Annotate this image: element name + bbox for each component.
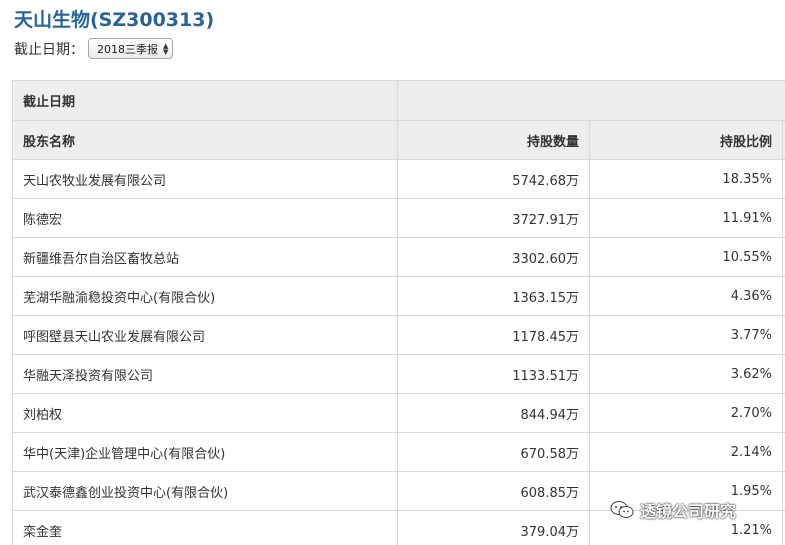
date-label: 截止日期： xyxy=(14,41,84,58)
wechat-icon xyxy=(610,501,634,518)
share-count: 5742.68万 xyxy=(397,159,590,199)
share-ratio: 3.77% xyxy=(589,315,783,355)
column-header-name: 股东名称 xyxy=(12,120,398,160)
shareholder-name: 天山农牧业发展有限公司 xyxy=(12,159,398,199)
share-ratio: 10.55% xyxy=(589,237,783,277)
share-count: 608.85万 xyxy=(397,471,590,511)
watermark: 透镜公司研究 xyxy=(610,498,736,522)
shareholder-name: 芜湖华融渝稳投资中心(有限合伙) xyxy=(12,276,398,316)
share-count: 3302.60万 xyxy=(397,237,590,277)
date-filter: 截止日期： 2018三季报 ▲ ▼ xyxy=(14,38,174,59)
column-header-shares: 持股数量 xyxy=(397,120,590,160)
table-row: 陈德宏 3727.91万 11.91% xyxy=(12,198,785,238)
share-ratio: 18.35% xyxy=(589,159,783,199)
shareholder-name: 栾金奎 xyxy=(12,510,398,545)
table-row: 天山农牧业发展有限公司 5742.68万 18.35% xyxy=(12,159,785,199)
header-date-value xyxy=(397,80,785,121)
shareholder-name: 武汉泰德鑫创业投资中心(有限合伙) xyxy=(12,471,398,511)
share-ratio: 4.36% xyxy=(589,276,783,316)
page: 天山生物(SZ300313) 截止日期： 2018三季报 ▲ ▼ 截止日期 股东名… xyxy=(0,0,785,545)
shareholder-name: 陈德宏 xyxy=(12,198,398,238)
shareholder-name: 呼图壁县天山农业发展有限公司 xyxy=(12,315,398,355)
table-row: 新疆维吾尔自治区畜牧总站 3302.60万 10.55% xyxy=(12,237,785,277)
shareholder-name: 华中(天津)企业管理中心(有限合伙) xyxy=(12,432,398,472)
header-columns-row: 股东名称 持股数量 持股比例 xyxy=(12,120,785,160)
watermark-text: 透镜公司研究 xyxy=(640,502,737,521)
share-ratio: 2.14% xyxy=(589,432,783,472)
column-header-ratio: 持股比例 xyxy=(589,120,783,160)
table-row: 华中(天津)企业管理中心(有限合伙) 670.58万 2.14% xyxy=(12,432,785,472)
share-ratio: 2.70% xyxy=(589,393,783,433)
report-period-select[interactable]: 2018三季报 ▲ ▼ xyxy=(88,38,174,59)
share-count: 1178.45万 xyxy=(397,315,590,355)
shareholder-name: 华融天泽投资有限公司 xyxy=(12,354,398,394)
page-title: 天山生物(SZ300313) xyxy=(14,9,215,31)
header-date-row: 截止日期 xyxy=(12,80,785,121)
share-count: 670.58万 xyxy=(397,432,590,472)
shareholder-name: 新疆维吾尔自治区畜牧总站 xyxy=(12,237,398,277)
shareholder-name: 刘柏权 xyxy=(12,393,398,433)
share-count: 844.94万 xyxy=(397,393,590,433)
table-row: 华融天泽投资有限公司 1133.51万 3.62% xyxy=(12,354,785,394)
share-count: 379.04万 xyxy=(397,510,590,545)
share-count: 1363.15万 xyxy=(397,276,590,316)
table-row: 呼图壁县天山农业发展有限公司 1178.45万 3.77% xyxy=(12,315,785,355)
share-count: 1133.51万 xyxy=(397,354,590,394)
header-date-cell: 截止日期 xyxy=(12,80,398,121)
table-row: 刘柏权 844.94万 2.70% xyxy=(12,393,785,433)
share-count: 3727.91万 xyxy=(397,198,590,238)
share-ratio: 3.62% xyxy=(589,354,783,394)
table-row: 芜湖华融渝稳投资中心(有限合伙) 1363.15万 4.36% xyxy=(12,276,785,316)
select-arrows-icon: ▲ ▼ xyxy=(163,41,169,56)
share-ratio: 11.91% xyxy=(589,198,783,238)
report-period-value: 2018三季报 xyxy=(97,42,158,56)
shareholder-table: 截止日期 股东名称 持股数量 持股比例 天山农牧业发展有限公司 5742.68万 1… xyxy=(12,80,785,545)
